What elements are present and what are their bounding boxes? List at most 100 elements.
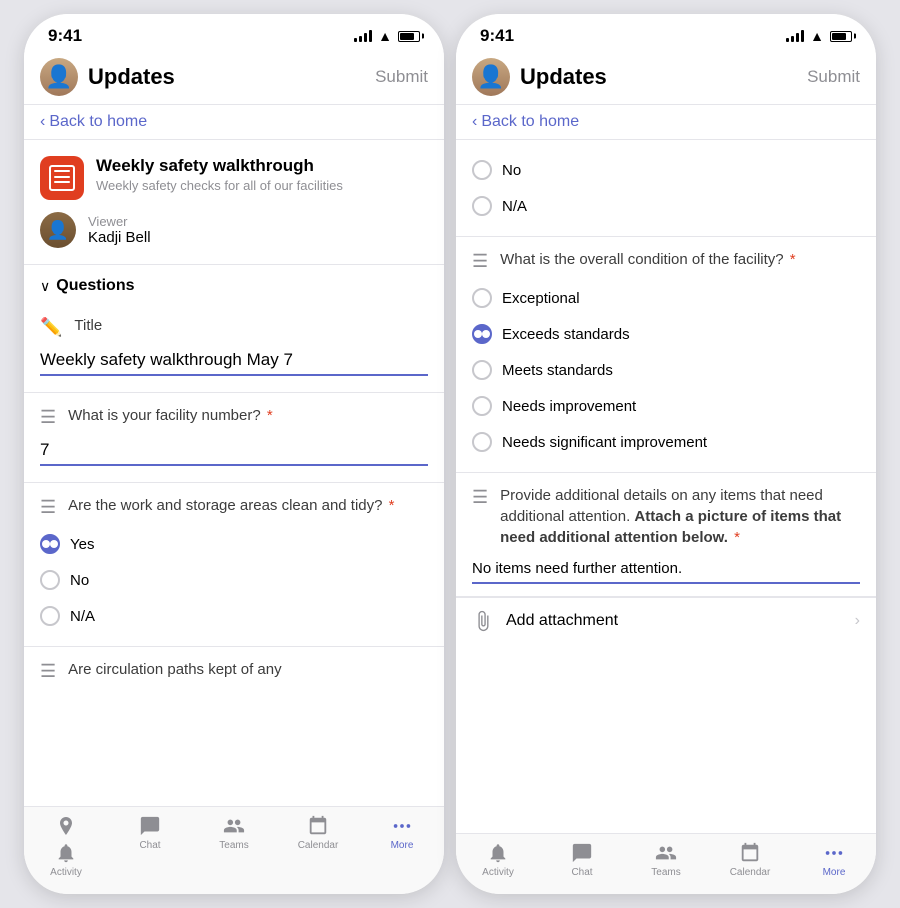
more-icon-right xyxy=(823,842,845,864)
q2-answer[interactable]: 7 xyxy=(40,436,428,466)
tab-activity-label-right: Activity xyxy=(482,867,514,878)
viewer-avatar: 👤 xyxy=(40,212,76,248)
form-icon-inner xyxy=(49,165,75,191)
activity-icon-left xyxy=(54,815,78,839)
radio-no-q3[interactable]: No xyxy=(40,562,428,598)
tab-more-label-right: More xyxy=(823,867,846,878)
radio-exceptional-label: Exceptional xyxy=(502,290,580,307)
tab-teams-right[interactable]: Teams xyxy=(624,842,708,878)
viewer-avatar-img: 👤 xyxy=(40,212,76,248)
calendar-icon-right xyxy=(739,842,761,864)
radio-meets-label: Meets standards xyxy=(502,362,613,379)
section-header[interactable]: ∨ Questions xyxy=(24,265,444,303)
submit-button-left[interactable]: Submit xyxy=(375,67,428,87)
q1-label: Title xyxy=(74,315,428,336)
radio-no-cont-label: No xyxy=(502,162,521,179)
question-partial: ☰ Are circulation paths kept of any xyxy=(24,647,444,694)
radio-exceeds-label: Exceeds standards xyxy=(502,326,630,343)
lines-icon-details: ☰ xyxy=(472,487,488,508)
radio-na-q3-label: N/A xyxy=(70,608,95,625)
radio-exceptional-circle[interactable] xyxy=(472,288,492,308)
lines-icon-condition: ☰ xyxy=(472,251,488,272)
content-right: No N/A ☰ What is the overall condition o… xyxy=(456,140,876,833)
required-star-q3: * xyxy=(389,497,395,514)
tab-more-right[interactable]: More xyxy=(792,842,876,878)
form-title: Weekly safety walkthrough xyxy=(96,156,428,176)
form-meta: Weekly safety walkthrough Weekly safety … xyxy=(96,156,428,193)
radio-exceeds[interactable]: Exceeds standards xyxy=(472,316,860,352)
header-left: 👤 Updates Submit xyxy=(24,50,444,105)
viewer-name: Kadji Bell xyxy=(88,229,428,246)
radio-na-cont-circle[interactable] xyxy=(472,196,492,216)
form-card: Weekly safety walkthrough Weekly safety … xyxy=(24,140,444,265)
radio-na-q3[interactable]: N/A xyxy=(40,598,428,634)
viewer-info: Viewer Kadji Bell xyxy=(88,214,428,246)
attachment-row[interactable]: Add attachment › xyxy=(456,597,876,644)
tab-activity-right[interactable]: Activity xyxy=(456,842,540,878)
q-details-bold: Attach a picture of items that need addi… xyxy=(500,508,841,546)
radio-needs-improvement-label: Needs improvement xyxy=(502,398,636,415)
required-star-q2: * xyxy=(267,407,273,424)
radio-meets-circle[interactable] xyxy=(472,360,492,380)
question-clean: ☰ Are the work and storage areas clean a… xyxy=(24,483,444,647)
tab-more-label-left: More xyxy=(391,840,414,851)
phones-container: 9:41 ▲ 👤 Updates Submit xyxy=(24,14,876,894)
q1-row: ✏️ Title xyxy=(40,315,428,338)
q-details-label: Provide additional details on any items … xyxy=(500,485,860,548)
battery-icon-right xyxy=(830,31,852,42)
tab-teams-left[interactable]: Teams xyxy=(192,815,276,878)
calendar-icon-left xyxy=(307,815,329,837)
question-details: ☰ Provide additional details on any item… xyxy=(456,473,876,597)
back-nav-right[interactable]: ‹ Back to home xyxy=(456,105,876,140)
radio-exceptional[interactable]: Exceptional xyxy=(472,280,860,316)
viewer-row: 👤 Viewer Kadji Bell xyxy=(40,212,428,248)
back-chevron-left: ‹ xyxy=(40,113,45,131)
paperclip-icon xyxy=(472,610,494,632)
radio-no-q3-circle[interactable] xyxy=(40,570,60,590)
chat-icon-left xyxy=(139,815,161,837)
radio-no-cont[interactable]: No xyxy=(472,152,860,188)
tab-calendar-label-right: Calendar xyxy=(730,867,771,878)
tab-chat-right[interactable]: Chat xyxy=(540,842,624,878)
back-nav-left[interactable]: ‹ Back to home xyxy=(24,105,444,140)
question-title: ✏️ Title Weekly safety walkthrough May 7 xyxy=(24,303,444,393)
signal-icon-right xyxy=(786,30,804,42)
bell-icon-left xyxy=(55,842,77,864)
radio-exceeds-circle[interactable] xyxy=(472,324,492,344)
question-facility: ☰ What is your facility number? * 7 xyxy=(24,393,444,483)
radio-na-cont[interactable]: N/A xyxy=(472,188,860,224)
attachment-label: Add attachment xyxy=(506,612,843,630)
wifi-icon-left: ▲ xyxy=(378,28,392,44)
radio-yes-label: Yes xyxy=(70,536,94,553)
form-icon xyxy=(40,156,84,200)
submit-button-right[interactable]: Submit xyxy=(807,67,860,87)
tab-more-left[interactable]: More xyxy=(360,815,444,878)
question-clean-cont: No N/A xyxy=(456,140,876,237)
radio-needs-significant-circle[interactable] xyxy=(472,432,492,452)
radio-needs-improvement[interactable]: Needs improvement xyxy=(472,388,860,424)
tab-activity-left[interactable]: Activity xyxy=(24,815,108,878)
more-icon-left xyxy=(391,815,413,837)
left-phone: 9:41 ▲ 👤 Updates Submit xyxy=(24,14,444,894)
tab-chat-left[interactable]: Chat xyxy=(108,815,192,878)
details-answer[interactable]: No items need further attention. xyxy=(472,556,860,584)
radio-yes[interactable]: Yes xyxy=(40,526,428,562)
q1-answer[interactable]: Weekly safety walkthrough May 7 xyxy=(40,346,428,376)
q-details-row: ☰ Provide additional details on any item… xyxy=(472,485,860,548)
section-title: Questions xyxy=(56,277,134,295)
radio-meets[interactable]: Meets standards xyxy=(472,352,860,388)
tab-teams-label-left: Teams xyxy=(219,840,248,851)
wifi-icon-right: ▲ xyxy=(810,28,824,44)
radio-na-q3-circle[interactable] xyxy=(40,606,60,626)
radio-yes-circle[interactable] xyxy=(40,534,60,554)
tab-teams-label-right: Teams xyxy=(651,867,680,878)
q-condition-label: What is the overall condition of the fac… xyxy=(500,249,860,270)
radio-needs-improvement-circle[interactable] xyxy=(472,396,492,416)
tab-calendar-right[interactable]: Calendar xyxy=(708,842,792,878)
viewer-label: Viewer xyxy=(88,214,428,229)
tab-calendar-left[interactable]: Calendar xyxy=(276,815,360,878)
tab-bar-left: Activity Chat Teams Calendar xyxy=(24,806,444,894)
radio-no-cont-circle[interactable] xyxy=(472,160,492,180)
radio-needs-significant[interactable]: Needs significant improvement xyxy=(472,424,860,460)
back-chevron-right: ‹ xyxy=(472,113,477,131)
